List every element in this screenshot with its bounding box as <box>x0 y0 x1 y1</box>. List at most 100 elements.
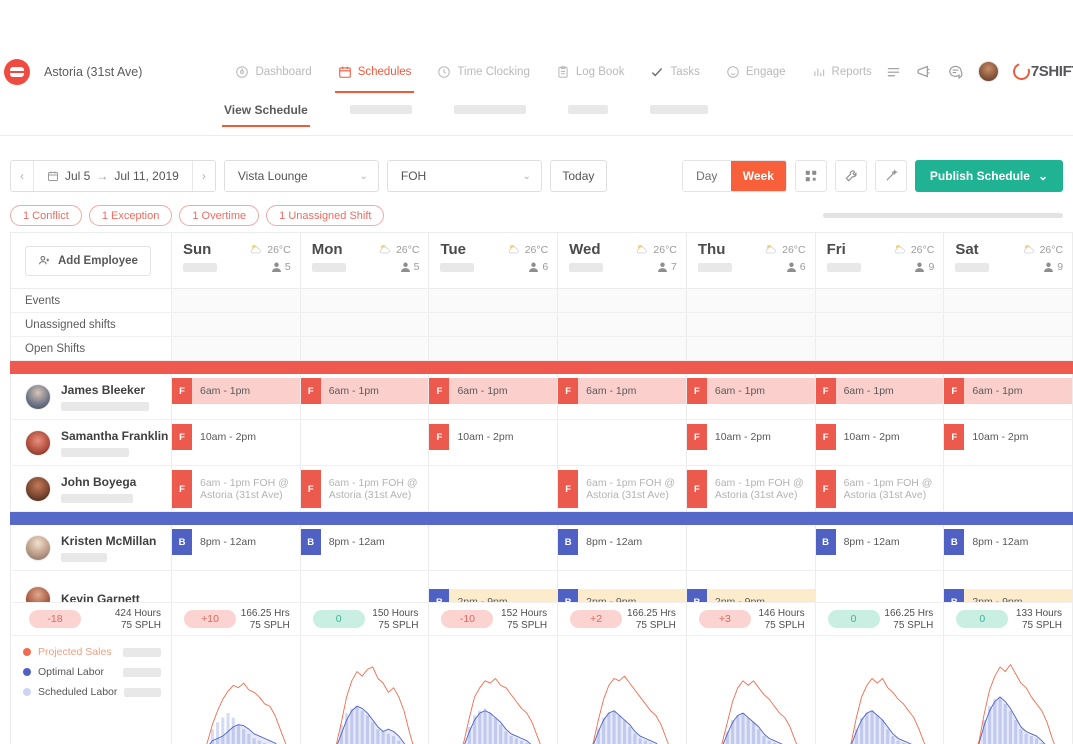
chat-bubble-icon[interactable] <box>947 63 964 80</box>
events-cell-mon[interactable] <box>301 289 430 312</box>
day-header-wed[interactable]: Wed 26°C 7 <box>558 233 687 288</box>
day-chart-fri[interactable] <box>816 636 945 744</box>
shift-cell[interactable] <box>429 525 559 570</box>
view-toggle-week[interactable]: Week <box>730 161 786 191</box>
alert-pill-unassigned-shift[interactable]: 1 Unassigned Shift <box>266 205 385 226</box>
open-shifts-cell-wed[interactable] <box>558 337 687 360</box>
shift-cell[interactable]: F 6am - 1pm <box>429 374 559 419</box>
shift-block[interactable]: F 6am - 1pm <box>815 378 944 404</box>
shift-block[interactable]: B 2pm - 9pm <box>944 589 1072 602</box>
shift-cell[interactable]: F 6am - 1pm <box>944 374 1073 419</box>
day-header-thu[interactable]: Thu 26°C 6 <box>687 233 816 288</box>
shift-cell[interactable]: B 2pm - 9pm <box>686 571 816 602</box>
shift-cell[interactable] <box>944 466 1072 511</box>
day-header-mon[interactable]: Mon 26°C 5 <box>301 233 430 288</box>
unassigned-cell-mon[interactable] <box>301 313 430 336</box>
day-chart-tue[interactable] <box>429 636 559 744</box>
events-cell-sun[interactable] <box>172 289 301 312</box>
shift-block[interactable]: F 10am - 2pm <box>172 424 300 450</box>
shift-block[interactable]: B 2pm - 9pm <box>558 589 686 602</box>
tab-placeholder-3[interactable] <box>566 99 610 127</box>
legend-item-optimal-labor[interactable]: Optimal Labor <box>23 662 161 682</box>
shift-cell[interactable]: B 8pm - 12am <box>172 525 301 570</box>
shift-cell[interactable]: F 6am - 1pm <box>300 374 430 419</box>
events-cell-fri[interactable] <box>816 289 945 312</box>
shift-block[interactable]: F 6am - 1pm <box>429 378 558 404</box>
tools-button[interactable] <box>834 160 867 192</box>
add-employee-button[interactable]: Add Employee <box>25 245 151 276</box>
date-range-picker[interactable]: ‹ Jul 5 → Jul 11, 2019 › <box>10 160 216 192</box>
view-toggle-day[interactable]: Day <box>682 161 731 191</box>
tab-placeholder-1[interactable] <box>348 99 414 127</box>
shift-cell[interactable]: F 10am - 2pm <box>429 420 559 465</box>
shift-cell[interactable] <box>816 571 945 602</box>
shift-cell[interactable]: F 6am - 1pm FOH @ Astoria (31st Ave) <box>300 466 430 511</box>
tab-placeholder-2[interactable] <box>452 99 528 127</box>
shift-cell[interactable]: F 10am - 2pm <box>686 420 816 465</box>
day-chart-sun[interactable] <box>172 636 301 744</box>
unassigned-cell-fri[interactable] <box>816 313 945 336</box>
shift-cell[interactable]: F 6am - 1pm <box>815 374 945 419</box>
shift-block[interactable]: B 8pm - 12am <box>300 529 429 555</box>
shift-cell[interactable]: F 10am - 2pm <box>944 420 1073 465</box>
day-header-sun[interactable]: Sun 26°C 5 <box>172 233 301 288</box>
hamburger-menu-icon[interactable] <box>885 63 902 80</box>
today-button[interactable]: Today <box>549 160 607 192</box>
department-select[interactable]: FOH ⌄ <box>386 160 542 192</box>
day-chart-wed[interactable] <box>558 636 687 744</box>
shift-block[interactable]: F 6am - 1pm FOH @ Astoria (31st Ave) <box>300 470 429 508</box>
shift-cell[interactable]: F 6am - 1pm FOH @ Astoria (31st Ave) <box>558 466 687 511</box>
shift-cell[interactable] <box>301 420 430 465</box>
publish-schedule-button[interactable]: Publish Schedule ⌄ <box>914 160 1063 192</box>
shift-block[interactable]: F 6am - 1pm <box>944 378 1073 404</box>
alert-pill-overtime[interactable]: 1 Overtime <box>179 205 260 226</box>
open-shifts-cell-sun[interactable] <box>172 337 301 360</box>
legend-item-projected-sales[interactable]: Projected Sales <box>23 642 161 662</box>
shift-cell[interactable]: F 6am - 1pm <box>558 374 687 419</box>
employee-cell-samantha-franklin[interactable]: Samantha Franklin <box>11 420 172 465</box>
events-cell-thu[interactable] <box>687 289 816 312</box>
nav-item-reports[interactable]: Reports <box>799 50 885 93</box>
shift-cell[interactable] <box>687 525 816 570</box>
day-header-tue[interactable]: Tue 26°C 6 <box>429 233 559 288</box>
unassigned-cell-sun[interactable] <box>172 313 301 336</box>
shift-cell[interactable]: B 8pm - 12am <box>944 525 1073 570</box>
shift-block[interactable]: F 10am - 2pm <box>944 424 1073 450</box>
tab-view-schedule[interactable]: View Schedule <box>222 99 310 127</box>
events-cell-sat[interactable] <box>944 289 1072 312</box>
unassigned-cell-wed[interactable] <box>558 313 687 336</box>
shift-cell[interactable]: B 2pm - 9pm <box>429 571 559 602</box>
date-range-label[interactable]: Jul 5 → Jul 11, 2019 <box>34 169 192 183</box>
shift-cell[interactable] <box>301 571 430 602</box>
shift-cell[interactable]: F 6am - 1pm FOH @ Astoria (31st Ave) <box>172 466 301 511</box>
alert-pill-exception[interactable]: 1 Exception <box>88 205 173 226</box>
shift-block[interactable]: F 6am - 1pm <box>172 378 300 404</box>
alert-pill-conflict[interactable]: 1 Conflict <box>10 205 82 226</box>
shift-block[interactable]: F 10am - 2pm <box>686 424 815 450</box>
auto-schedule-button[interactable] <box>874 160 907 192</box>
day-chart-thu[interactable] <box>687 636 816 744</box>
location-select[interactable]: Vista Lounge ⌄ <box>223 160 379 192</box>
employee-cell-kevin-garnett[interactable]: Kevin Garnett <box>11 571 172 602</box>
legend-item-scheduled-labor[interactable]: Scheduled Labor <box>23 682 161 702</box>
shift-block[interactable]: F 6am - 1pm FOH @ Astoria (31st Ave) <box>686 470 815 508</box>
shift-block[interactable]: F 6am - 1pm FOH @ Astoria (31st Ave) <box>172 470 300 508</box>
open-shifts-cell-mon[interactable] <box>301 337 430 360</box>
day-header-sat[interactable]: Sat 26°C 9 <box>944 233 1072 288</box>
open-shifts-cell-thu[interactable] <box>687 337 816 360</box>
megaphone-icon[interactable] <box>916 63 933 80</box>
nav-item-time-clocking[interactable]: Time Clocking <box>424 50 542 93</box>
tab-placeholder-4[interactable] <box>648 99 710 127</box>
nav-item-log-book[interactable]: Log Book <box>543 50 638 93</box>
events-cell-tue[interactable] <box>429 289 559 312</box>
nav-item-schedules[interactable]: Schedules <box>325 50 425 93</box>
employee-cell-kristen-mcmillan[interactable]: Kristen McMillan <box>11 525 172 570</box>
unassigned-cell-tue[interactable] <box>429 313 559 336</box>
shift-block[interactable]: B 2pm - 9pm <box>429 589 558 602</box>
prev-week-button[interactable]: ‹ <box>11 161 33 191</box>
shift-block[interactable]: F 6am - 1pm FOH @ Astoria (31st Ave) <box>815 470 944 508</box>
shift-cell[interactable]: F 10am - 2pm <box>172 420 301 465</box>
open-shifts-cell-fri[interactable] <box>816 337 945 360</box>
employee-cell-john-boyega[interactable]: John Boyega <box>11 466 172 511</box>
user-avatar[interactable] <box>977 61 999 82</box>
